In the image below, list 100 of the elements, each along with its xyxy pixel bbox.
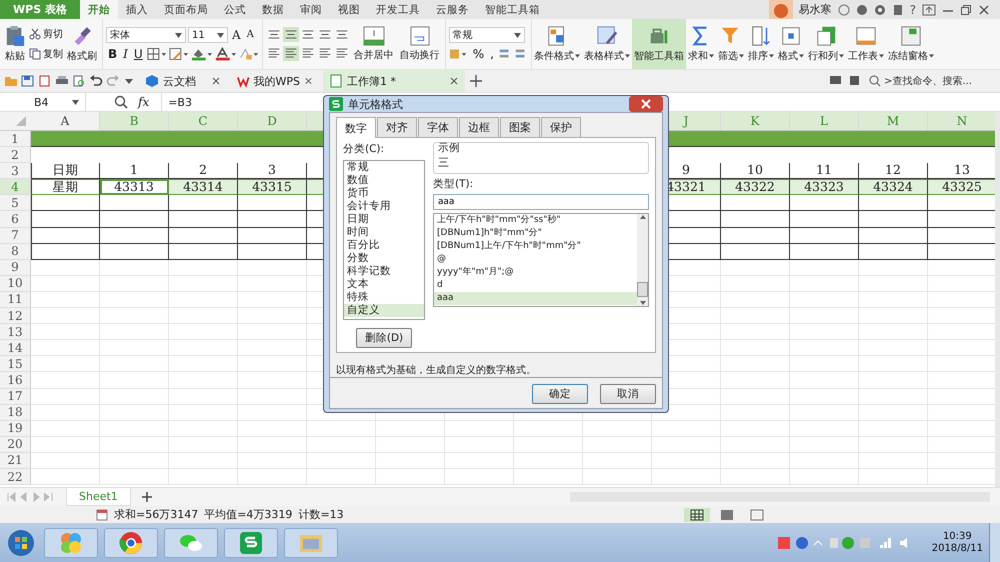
row-header[interactable]: 9	[0, 260, 31, 276]
merge-center-button[interactable]: 合并居中	[352, 24, 396, 64]
format-item[interactable]: @	[434, 253, 637, 266]
fill-color-icon[interactable]	[190, 47, 213, 61]
list-scrollbar[interactable]	[637, 214, 648, 306]
category-item[interactable]: 会计专用	[344, 200, 424, 213]
ribbon-button[interactable]: 行和列	[806, 19, 846, 69]
category-item[interactable]: 特殊	[344, 291, 424, 304]
help-button[interactable]: ?	[910, 2, 916, 16]
category-item[interactable]: 百分比	[344, 239, 424, 252]
align-icon[interactable]	[282, 46, 299, 61]
wrap-text-button[interactable]: 自动换行	[398, 24, 442, 64]
menu-tab[interactable]: 视图	[330, 0, 368, 19]
ribbon-button[interactable]: 条件格式	[532, 19, 582, 69]
category-item[interactable]: 自定义	[344, 304, 424, 317]
clock-date[interactable]: 2018/8/11	[932, 542, 983, 554]
category-item[interactable]: 科学记数	[344, 265, 424, 278]
ribbon-button[interactable]: 排序	[746, 19, 776, 69]
dialog-tab[interactable]: 数字	[336, 117, 376, 138]
close-icon[interactable]	[304, 76, 313, 86]
ribbon-button[interactable]: 工作表	[846, 19, 886, 69]
restore-up-icon[interactable]	[922, 4, 936, 16]
row-header[interactable]: 21	[0, 452, 31, 469]
save-icon[interactable]	[21, 75, 35, 87]
format-item[interactable]: d	[434, 279, 637, 292]
ok-button[interactable]: 确定	[532, 384, 588, 404]
row-header[interactable]: 20	[0, 436, 31, 453]
align-icon[interactable]	[282, 27, 299, 42]
scrollbar-thumb[interactable]	[637, 282, 648, 297]
row-header[interactable]: 22	[0, 468, 31, 486]
row-header[interactable]: 11	[0, 292, 31, 308]
format-item[interactable]: [DBNum1]上午/下午h"时"mm"分"	[434, 240, 637, 253]
document-tab[interactable]: 云文档	[139, 70, 227, 92]
category-item[interactable]: 时间	[344, 226, 424, 239]
font-name-select[interactable]: 宋体	[106, 27, 186, 43]
thousands-button[interactable]: ,	[488, 47, 496, 61]
row-header[interactable]: 10	[0, 276, 31, 292]
document-tab[interactable]: 工作簿1 *	[323, 70, 465, 92]
taskbar-app[interactable]	[224, 528, 278, 558]
row-header[interactable]: 18	[0, 404, 31, 421]
category-item[interactable]: 货币	[344, 187, 424, 200]
dialog-tab[interactable]: 图案	[500, 117, 540, 137]
sheet-tab[interactable]: Sheet1	[66, 488, 131, 506]
close-icon[interactable]	[978, 4, 990, 16]
underline-button[interactable]: U	[132, 47, 145, 61]
format-item[interactable]: yyyy"年"m"月";@	[434, 266, 637, 279]
scroll-down-icon[interactable]	[638, 300, 646, 306]
number-format-select[interactable]: 常规	[448, 27, 525, 43]
format-painter-button[interactable]: 格式刷	[65, 23, 99, 65]
row-header[interactable]: 3	[0, 163, 31, 180]
ribbon-button[interactable]: 筛选	[716, 19, 746, 69]
column-header[interactable]: K	[721, 112, 790, 130]
dialog-tab[interactable]: 字体	[418, 117, 458, 137]
type-field[interactable]: aaa	[433, 194, 649, 210]
copy-button[interactable]: 复制	[29, 47, 63, 61]
ribbon-button[interactable]: 表格样式	[582, 19, 632, 69]
italic-button[interactable]: I	[121, 47, 130, 61]
currency-icon[interactable]	[448, 47, 469, 61]
ribbon-button[interactable]: 智能工具箱	[632, 19, 686, 69]
settings-icon[interactable]	[874, 4, 886, 16]
menu-tab[interactable]: 页面布局	[156, 0, 216, 19]
row-header[interactable]: 6	[0, 211, 31, 228]
percent-button[interactable]: %	[470, 47, 486, 61]
category-item[interactable]: 数值	[344, 174, 424, 187]
avatar-icon[interactable]	[768, 0, 793, 19]
preview-icon[interactable]	[72, 75, 86, 87]
taskbar-app[interactable]	[104, 528, 158, 558]
row-header[interactable]: 12	[0, 308, 31, 324]
menu-tab[interactable]: 插入	[118, 0, 156, 19]
menu-tab[interactable]: 智能工具箱	[477, 0, 548, 19]
format-item[interactable]: 上午/下午h"时"mm"分"ss"秒"	[434, 214, 637, 227]
row-header[interactable]: 13	[0, 324, 31, 340]
delete-button[interactable]: 删除(D)	[356, 328, 412, 348]
normal-view-icon[interactable]	[684, 508, 710, 522]
row-header[interactable]: 17	[0, 388, 31, 405]
category-item[interactable]: 日期	[344, 213, 424, 226]
menu-tab[interactable]: 云服务	[428, 0, 477, 19]
user-name[interactable]: 易水寒	[798, 2, 832, 17]
row-header[interactable]: 2	[0, 147, 31, 164]
menu-tab[interactable]: 开始	[80, 0, 118, 19]
row-header[interactable]: 1	[0, 131, 31, 148]
close-icon[interactable]	[211, 76, 221, 86]
maximize-icon[interactable]	[960, 4, 972, 16]
column-header[interactable]: A	[31, 112, 100, 130]
font-color-icon[interactable]	[214, 47, 237, 61]
cut-button[interactable]: 剪切	[29, 27, 63, 41]
vertical-scrollbar[interactable]	[995, 112, 1000, 487]
menu-tab[interactable]: 审阅	[292, 0, 330, 19]
borders-icon[interactable]	[146, 47, 167, 61]
pdf-icon[interactable]	[38, 75, 52, 87]
close-icon[interactable]	[629, 96, 663, 112]
command-search-field[interactable]: >查找命令、搜索...	[869, 75, 996, 87]
row-header[interactable]: 15	[0, 356, 31, 372]
scroll-up-icon[interactable]	[638, 214, 646, 220]
close-icon[interactable]	[449, 76, 459, 86]
add-sheet-icon[interactable]	[140, 491, 153, 503]
dialog-tab[interactable]: 对齐	[377, 117, 417, 137]
menu-tab[interactable]: 开发工具	[368, 0, 428, 19]
row-header[interactable]: 16	[0, 372, 31, 388]
category-item[interactable]: 分数	[344, 252, 424, 265]
